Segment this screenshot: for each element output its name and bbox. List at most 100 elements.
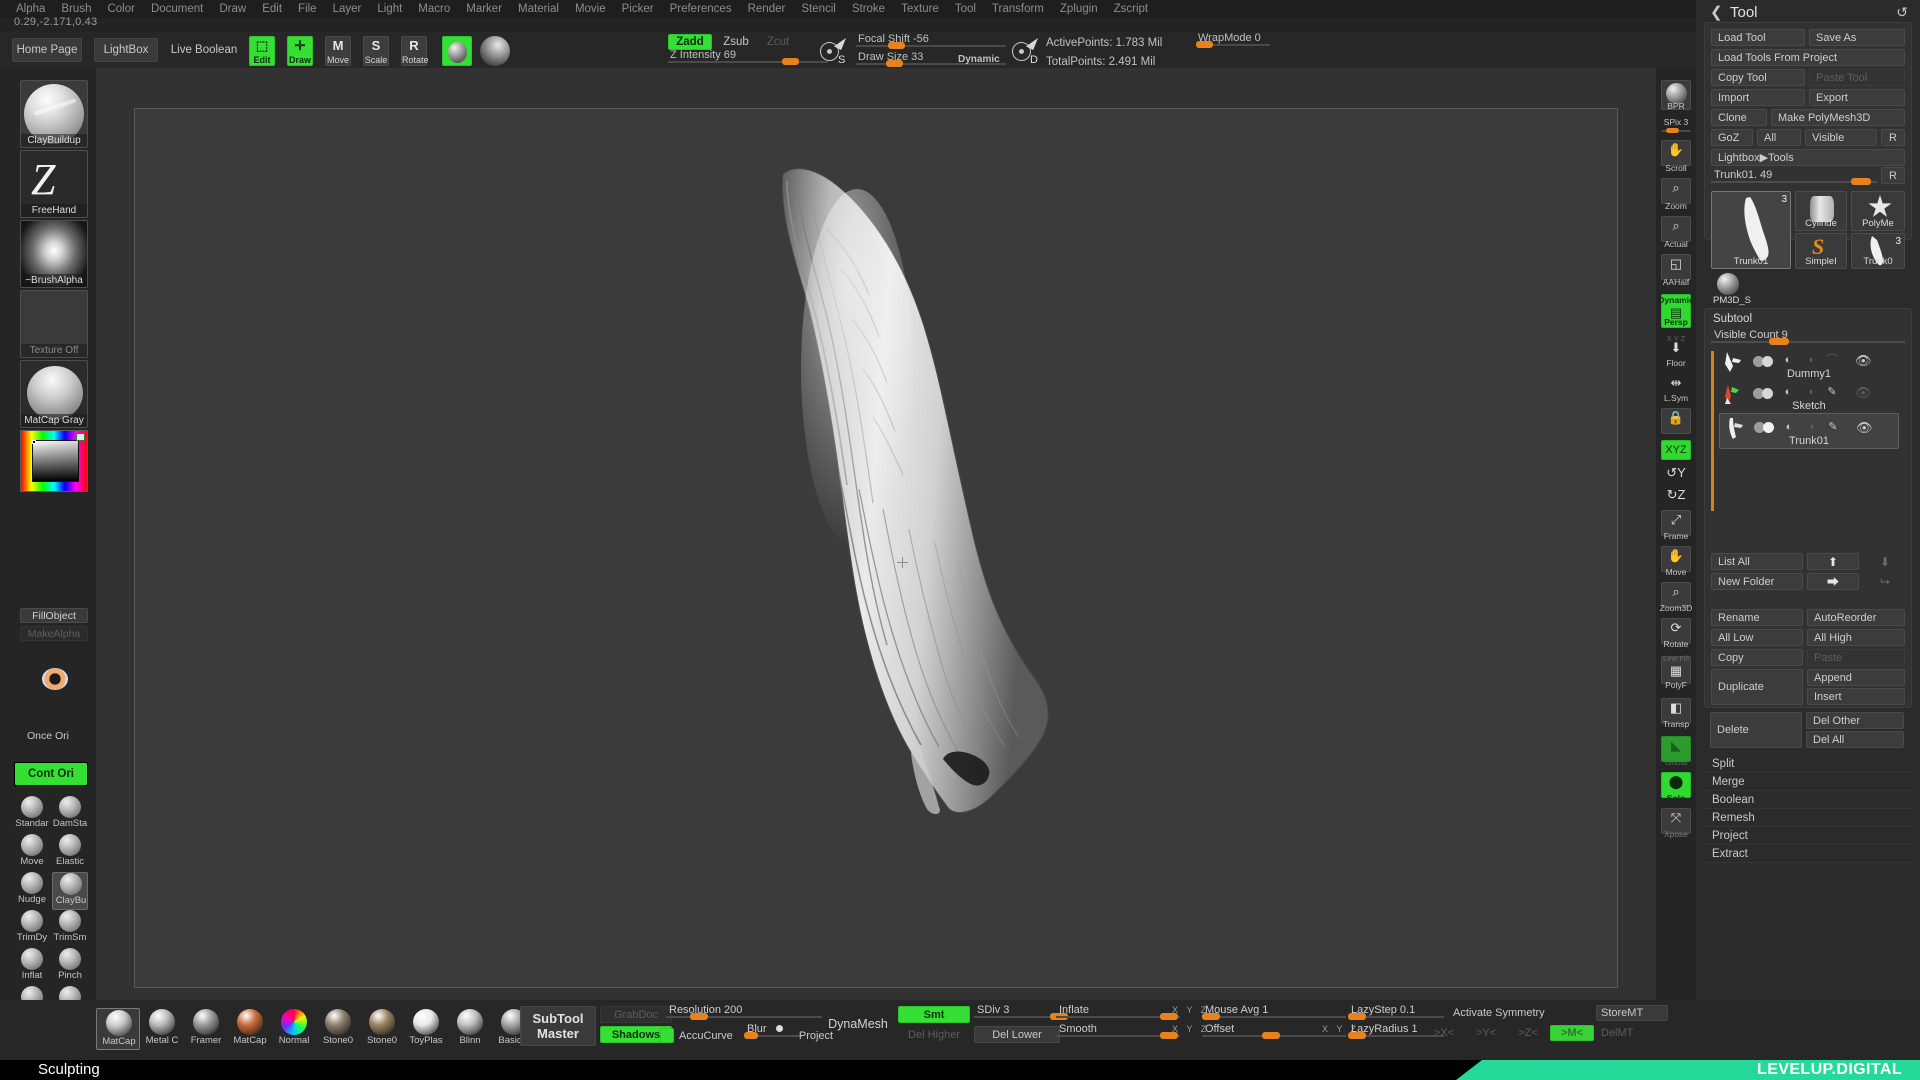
menu-item-zscript[interactable]: Zscript [1106,0,1157,18]
lightbox-button[interactable]: LightBox [94,38,158,62]
material-cell-1[interactable]: Metal C [140,1008,184,1050]
subtool-moon-icon[interactable]: ◐ [1781,387,1795,398]
insert-button[interactable]: Insert [1807,688,1905,705]
tool-thumb-cylinder[interactable]: Cylinde [1795,191,1847,231]
subtool-brush-icon[interactable]: ✎ [1825,387,1839,398]
brush-cell-standar[interactable]: Standar [14,796,50,834]
back-chevron-icon[interactable]: ❮ [1710,3,1723,21]
subtool-master-button[interactable]: SubTool Master [520,1006,596,1046]
material-cell-4[interactable]: Normal [272,1008,316,1050]
subtool-eye-icon[interactable]: 👁 [1855,387,1869,398]
list-all-button[interactable]: List All [1711,553,1803,570]
cont-ori-button[interactable]: Cont Ori [14,762,88,786]
paste-tool-button[interactable]: Paste Tool [1809,69,1905,86]
activate-symmetry-button[interactable]: Activate Symmetry [1448,1005,1574,1021]
subtool-contrast-icon[interactable]: ◑ [1804,422,1818,433]
document-viewport[interactable] [134,108,1618,988]
tool-thumb-trunk01[interactable]: 3 Trunk01 [1711,191,1791,269]
move-button[interactable]: M Move [325,36,351,66]
accucurve-label[interactable]: AccuCurve [676,1028,738,1043]
current-alpha-slot[interactable]: ~BrushAlpha [20,220,88,288]
subtool-row-trunk01[interactable]: ◐ ◑ ✎ 👁 Trunk01 [1719,413,1899,449]
slider-knob[interactable] [888,42,905,49]
brush-cell-claybu[interactable]: ClayBu [52,872,88,910]
material-cell-7[interactable]: ToyPlas [404,1008,448,1050]
slider-knob[interactable] [1769,338,1789,345]
subtool-scroll-indicator[interactable] [1711,351,1714,511]
make-alpha-button[interactable]: MakeAlpha [20,626,88,641]
material-cell-3[interactable]: MatCap [228,1008,272,1050]
save-as-button[interactable]: Save As [1809,29,1905,46]
spix-label[interactable]: SPix 3 [1656,118,1696,127]
brush-cell-nudge[interactable]: Nudge [14,872,50,910]
slider-knob[interactable] [690,1013,708,1020]
subtool-op-extract[interactable]: Extract [1704,846,1912,863]
grab-doc-button[interactable]: GrabDoc [600,1006,672,1023]
current-material-slot[interactable]: MatCap Gray [20,360,88,428]
mouse-avg-slider[interactable]: Mouse Avg 1 [1202,1004,1346,1020]
tool-thumb-pm3d[interactable]: PM3D_S [1711,273,1771,307]
menu-item-stroke[interactable]: Stroke [844,0,893,18]
subtool-brush-icon[interactable]: ✎ [1826,422,1840,433]
subtool-row-dummy1[interactable]: ◐ ◑ ⌒ 👁 Dummy1 [1719,349,1899,379]
menu-item-preferences[interactable]: Preferences [662,0,740,18]
rotate-button[interactable]: R Rotate [401,36,427,66]
subtool-contrast-icon[interactable]: ◑ [1803,387,1817,398]
focal-shift-dial-icon[interactable]: S [820,38,848,64]
move-down-button[interactable]: ⬇ [1863,553,1907,570]
scale-button[interactable]: S Scale [363,36,389,66]
slider-knob[interactable] [1348,1013,1366,1020]
slider-knob[interactable] [1196,41,1213,48]
z-intensity-slider[interactable]: Z Intensity 69 [668,50,828,64]
subtool-op-remesh[interactable]: Remesh [1704,810,1912,827]
slider-knob[interactable] [782,58,799,65]
menu-item-material[interactable]: Material [510,0,567,18]
menu-item-document[interactable]: Document [143,0,211,18]
menu-item-movie[interactable]: Movie [567,0,614,18]
subtool-op-boolean[interactable]: Boolean [1704,792,1912,809]
make-polymesh3d-button[interactable]: Make PolyMesh3D [1771,109,1905,126]
once-ori-label[interactable]: Once Ori [0,730,96,742]
symmetry-y-button[interactable]: >Y< [1466,1025,1506,1041]
store-mt-button[interactable]: StoreMT [1596,1005,1668,1021]
rename-button[interactable]: Rename [1711,609,1803,626]
goz-button[interactable]: GoZ [1711,129,1753,146]
folder-out-button[interactable]: ⮡ [1863,573,1907,590]
material-cell-8[interactable]: Blinn [448,1008,492,1050]
edit-button[interactable]: ⬚ Edit [249,36,275,66]
subtool-curve-icon[interactable]: ⌒ [1825,355,1839,366]
lazy-step-slider[interactable]: LazyStep 0.1 [1348,1004,1444,1020]
material-cell-2[interactable]: Framer [184,1008,228,1050]
color-picker[interactable] [20,430,88,492]
menu-item-transform[interactable]: Transform [984,0,1052,18]
all-button[interactable]: All [1757,129,1801,146]
duplicate-button[interactable]: Duplicate [1711,669,1803,705]
del-mt-button[interactable]: DelMT [1596,1025,1668,1041]
symmetry-m-button[interactable]: >M< [1550,1025,1594,1041]
current-material-swatch[interactable] [480,36,510,66]
material-preview-button[interactable] [442,36,472,66]
dynamic-label[interactable]: Dynamic [958,54,1000,65]
slider-knob[interactable] [1262,1032,1280,1039]
folder-in-button[interactable]: ⮕ [1807,573,1859,590]
export-button[interactable]: Export [1809,89,1905,106]
color-gradient-area[interactable] [32,440,79,482]
all-low-button[interactable]: All Low [1711,629,1803,646]
copy-button[interactable]: Copy [1711,649,1803,666]
focal-shift-slider[interactable]: Focal Shift -56 [856,34,1006,48]
menu-item-picker[interactable]: Picker [614,0,662,18]
fill-object-button[interactable]: FillObject [20,608,88,623]
tool-slider-r-button[interactable]: R [1881,167,1905,184]
paste-button[interactable]: Paste [1807,649,1905,666]
spix-slider-knob[interactable] [1666,128,1679,133]
lightbox-tools-button[interactable]: Lightbox▶Tools [1711,149,1905,166]
subtool-eye-icon[interactable]: 👁 [1856,422,1870,433]
del-all-button[interactable]: Del All [1806,731,1904,748]
subtool-moon-icon[interactable]: ◐ [1782,422,1796,433]
smooth-slider[interactable]: Smooth [1056,1023,1180,1039]
subtool-row-sketch[interactable]: ◐ ◑ ✎ 👁 Sketch [1719,381,1899,411]
rotate-z-button[interactable]: ↻Z [1661,486,1691,506]
brush-cell-trimdy[interactable]: TrimDy [14,910,50,948]
menu-item-layer[interactable]: Layer [325,0,370,18]
subtool-paint-toggle[interactable] [1754,422,1776,433]
